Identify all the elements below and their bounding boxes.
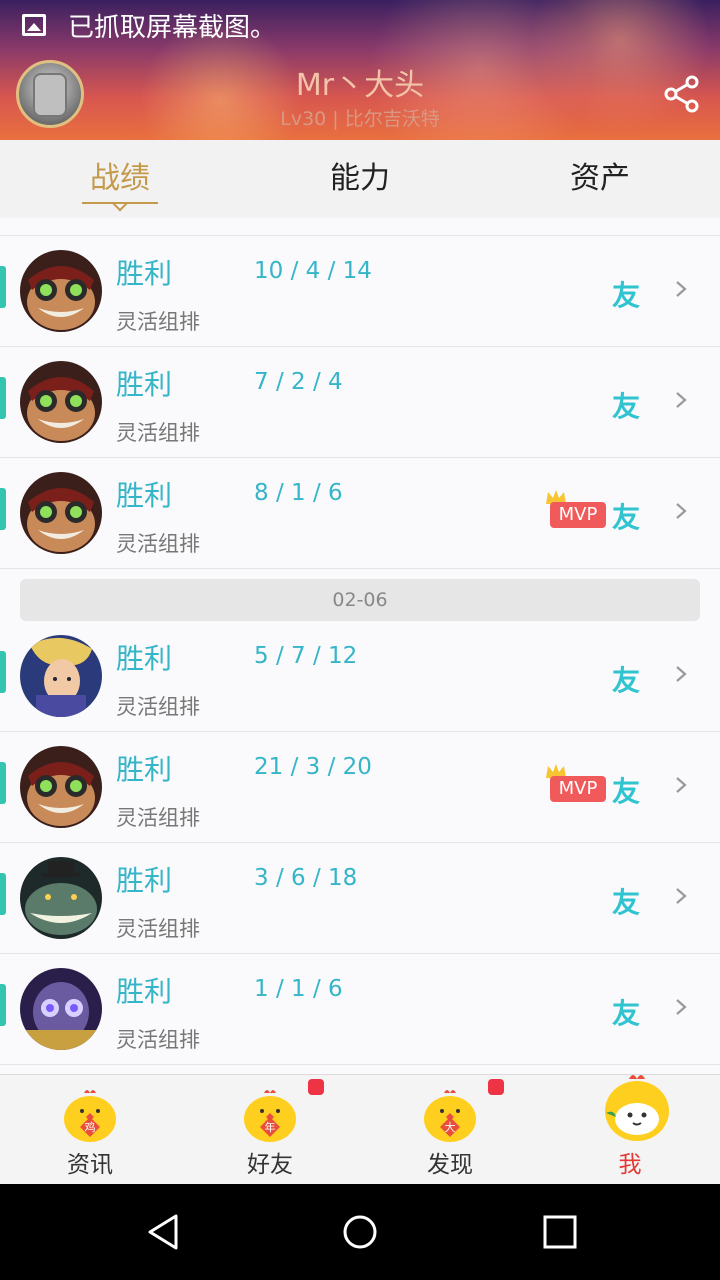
- notification-dot: [488, 1079, 504, 1095]
- match-row[interactable]: 胜利灵活组排 3 / 6 / 18 友: [0, 843, 720, 954]
- date-separator: 02-06: [0, 569, 720, 621]
- hero-avatar: [20, 250, 102, 332]
- status-bar: 已抓取屏幕截图。: [22, 10, 276, 43]
- match-result: 胜利: [116, 368, 173, 401]
- status-text: 已抓取屏幕截图。: [68, 12, 277, 43]
- chicken-news-icon: 鸡: [62, 1087, 118, 1143]
- match-mode: 灵活组排: [116, 806, 200, 830]
- match-result: 胜利: [116, 864, 173, 897]
- row-accent: [0, 651, 6, 693]
- match-mode: 灵活组排: [116, 1028, 200, 1052]
- tab-ability[interactable]: 能力: [240, 140, 480, 218]
- svg-text:鸡: 鸡: [85, 1120, 96, 1134]
- user-level-server: Lv30 | 比尔吉沃特: [280, 108, 440, 130]
- row-accent: [0, 488, 6, 530]
- match-kda: 21 / 3 / 20: [254, 754, 372, 780]
- nav-discover[interactable]: 大发现: [360, 1075, 540, 1184]
- match-kda: 3 / 6 / 18: [254, 865, 358, 891]
- mvp-badge: MVP: [544, 762, 608, 804]
- friend-badge: 友: [612, 501, 641, 534]
- match-mode: 灵活组排: [116, 695, 200, 719]
- share-icon[interactable]: [662, 74, 702, 114]
- hero-avatar: [20, 857, 102, 939]
- hero-avatar: [20, 472, 102, 554]
- username: Mr丶大头: [295, 68, 425, 103]
- system-nav-bar: [0, 1184, 720, 1280]
- match-mode: 灵活组排: [116, 310, 200, 334]
- hero-avatar: [20, 968, 102, 1050]
- chevron-right-icon: [676, 777, 687, 793]
- home-icon[interactable]: [340, 1212, 380, 1252]
- match-mode: 灵活组排: [116, 421, 200, 445]
- date-label: 02-06: [20, 579, 700, 621]
- chevron-right-icon: [676, 999, 687, 1015]
- svg-text:大: 大: [445, 1120, 456, 1134]
- match-row[interactable]: 胜利灵活组排 7 / 2 / 4 友: [0, 347, 720, 458]
- match-kda: 8 / 1 / 6: [254, 480, 343, 506]
- friend-badge: 友: [612, 390, 641, 423]
- nav-friends[interactable]: 年好友: [180, 1075, 360, 1184]
- match-kda: 10 / 4 / 14: [254, 258, 372, 284]
- friend-badge: 友: [612, 997, 641, 1030]
- hero-avatar: [20, 746, 102, 828]
- match-result: 胜利: [116, 753, 173, 786]
- recents-icon[interactable]: [540, 1212, 580, 1252]
- match-row[interactable]: 胜利灵活组排 21 / 3 / 20 MVP 友: [0, 732, 720, 843]
- tab-bar: 战绩 能力 资产: [0, 140, 720, 218]
- chevron-right-icon: [676, 392, 687, 408]
- nav-news[interactable]: 鸡资讯: [0, 1075, 180, 1184]
- notification-dot: [308, 1079, 324, 1095]
- tab-assets[interactable]: 资产: [480, 140, 720, 218]
- match-kda: 1 / 1 / 6: [254, 976, 343, 1002]
- chicken-profile-icon: [602, 1075, 669, 1143]
- match-row[interactable]: 胜利灵活组排 5 / 7 / 12 友: [0, 621, 720, 732]
- nav-me[interactable]: 我: [540, 1075, 720, 1184]
- match-result: 胜利: [116, 642, 173, 675]
- row-accent: [0, 873, 6, 915]
- chicken-discover-icon: 大: [422, 1087, 478, 1143]
- mvp-label: MVP: [550, 776, 606, 802]
- friend-badge: 友: [612, 279, 641, 312]
- tab-records[interactable]: 战绩: [0, 140, 240, 218]
- row-accent: [0, 984, 6, 1026]
- bottom-nav: 鸡资讯年好友大发现我: [0, 1074, 720, 1184]
- match-kda: 7 / 2 / 4: [254, 369, 343, 395]
- friend-badge: 友: [612, 775, 641, 808]
- profile-header: 已抓取屏幕截图。 Mr丶大头 Lv30 | 比尔吉沃特: [0, 0, 720, 140]
- back-icon[interactable]: [144, 1212, 184, 1252]
- nav-label: 发现: [427, 1152, 473, 1178]
- mvp-label: MVP: [550, 502, 606, 528]
- chevron-right-icon: [676, 503, 687, 519]
- match-kda: 5 / 7 / 12: [254, 643, 358, 669]
- svg-text:年: 年: [265, 1120, 276, 1134]
- match-list[interactable]: 胜利 灵活组排 10 / 4 / 14 友胜利 灵活组排 7 / 2 / 4 友胜利 灵活组排…: [0, 218, 720, 1074]
- friend-badge: 友: [612, 886, 641, 919]
- hero-avatar: [20, 635, 102, 717]
- app-root: 已抓取屏幕截图。 Mr丶大头 Lv30 | 比尔吉沃特 战绩 能力 资产 胜利灵…: [0, 0, 720, 1280]
- match-mode: 灵活组排: [116, 532, 200, 556]
- chevron-right-icon: [676, 281, 687, 297]
- match-mode: 灵活组排: [116, 917, 200, 941]
- row-accent: [0, 762, 6, 804]
- chevron-right-icon: [676, 888, 687, 904]
- mvp-badge: MVP: [544, 488, 608, 530]
- nav-label: 资讯: [67, 1152, 113, 1178]
- chicken-friends-icon: 年: [242, 1087, 298, 1143]
- row-accent: [0, 266, 6, 308]
- match-row[interactable]: 胜利灵活组排 8 / 1 / 6 MVP 友: [0, 458, 720, 569]
- nav-label: 好友: [247, 1152, 293, 1178]
- match-result: 胜利: [116, 975, 173, 1008]
- friend-badge: 友: [612, 664, 641, 697]
- image-icon: [22, 14, 46, 36]
- row-accent: [0, 377, 6, 419]
- match-result: 胜利: [116, 257, 173, 290]
- match-row[interactable]: 胜利灵活组排 10 / 4 / 14 友: [0, 236, 720, 347]
- match-result: 胜利: [116, 479, 173, 512]
- chevron-right-icon: [676, 666, 687, 682]
- match-row[interactable]: 胜利灵活组排 1 / 1 / 6 友: [0, 954, 720, 1065]
- nav-label: 我: [618, 1152, 642, 1178]
- hero-avatar: [20, 361, 102, 443]
